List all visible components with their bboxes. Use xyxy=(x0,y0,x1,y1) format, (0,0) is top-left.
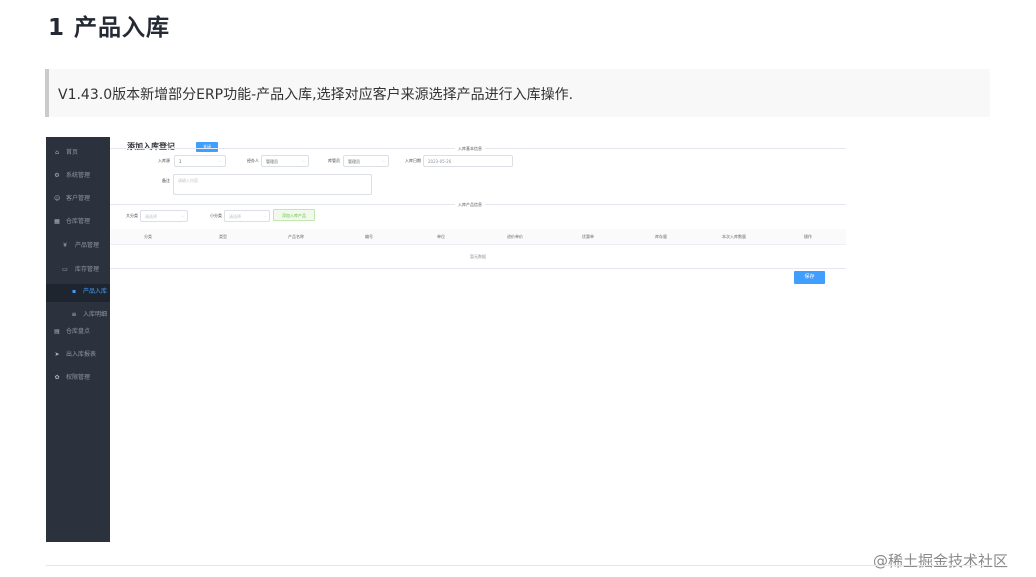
column-header: 操作 xyxy=(804,234,812,239)
flower-icon: ✿ xyxy=(54,374,60,381)
column-header: 单位 xyxy=(437,234,445,239)
sidebar-item-system[interactable]: ⚙ 系统管理 xyxy=(46,168,110,186)
date-picker[interactable]: 2023-05-26 xyxy=(423,155,513,167)
handler-label: 经办人 xyxy=(247,158,259,163)
sidebar-item-permission[interactable]: ✿ 权限管理 xyxy=(46,370,110,388)
column-header: 类型 xyxy=(219,234,227,239)
column-header: 编号 xyxy=(365,234,373,239)
send-icon: ➤ xyxy=(54,351,60,358)
table-empty-text: 暂无数据 xyxy=(470,254,486,259)
document-icon: ▪ xyxy=(71,288,77,295)
subcategory-select[interactable]: 请选择 ⌵ xyxy=(224,210,270,222)
section-title-info: 入库基本信息 xyxy=(455,146,485,152)
footer-divider xyxy=(46,565,991,566)
sidebar: ⌂ 首页 ⚙ 系统管理 ☺ 客户管理 ▦ 仓库管理 ¥ 产品管理 ▭ 库存管理 ▪ 产品入库 … xyxy=(46,137,110,542)
page-title: 添加入库登记 xyxy=(127,142,175,151)
list-icon: ≡ xyxy=(71,311,77,318)
date-label: 入库日期 xyxy=(405,158,421,163)
sidebar-item-home[interactable]: ⌂ 首页 xyxy=(46,145,110,163)
add-product-button[interactable]: 添加入库产品 xyxy=(273,209,315,221)
table-bottom-divider xyxy=(110,268,846,269)
product-table-header: 分类 类型 产品名称 编号 单位 进价单价 优惠单 库存量 本次入库数量 操作 xyxy=(110,229,846,245)
sidebar-item-customer[interactable]: ☺ 客户管理 xyxy=(46,191,110,209)
column-header: 产品名称 xyxy=(288,234,304,239)
box-icon: ▭ xyxy=(62,266,68,273)
remark-textarea[interactable]: 请输入内容 xyxy=(173,174,372,195)
keeper-select[interactable]: 管理员 ⌵ xyxy=(343,155,389,167)
chevron-down-icon: ⌵ xyxy=(301,158,305,163)
chevron-down-icon: ⌵ xyxy=(218,158,222,163)
subcategory-label: 小分类 xyxy=(210,213,222,218)
remark-label: 备注 xyxy=(162,178,170,183)
category-select[interactable]: 请选择 ⌵ xyxy=(140,210,188,222)
column-header: 优惠单 xyxy=(582,234,594,239)
handler-select[interactable]: 管理员 ⌵ xyxy=(261,155,309,167)
chevron-down-icon: ⌵ xyxy=(262,213,266,218)
sidebar-item-warehouse[interactable]: ▦ 仓库管理 xyxy=(46,214,110,232)
sidebar-item-inventory[interactable]: ▭ 库存管理 xyxy=(46,262,110,280)
note-text: V1.43.0版本新增部分ERP功能-产品入库,选择对应客户来源选择产品进行入库… xyxy=(58,87,574,103)
note-blockquote: V1.43.0版本新增部分ERP功能-产品入库,选择对应客户来源选择产品进行入库… xyxy=(45,69,990,117)
section-title-detail: 入库产品信息 xyxy=(455,202,485,208)
save-button[interactable]: 保存 xyxy=(794,271,825,284)
chevron-down-icon: ⌵ xyxy=(381,158,385,163)
main-panel: 添加入库登记 关闭 入库基本信息 入库源 1 ⌵ 经办人 管理员 ⌵ 库管员 管理员… xyxy=(110,137,846,542)
chevron-down-icon: ⌵ xyxy=(180,213,184,218)
sidebar-item-stock-in[interactable]: ▪ 产品入库 xyxy=(46,284,110,302)
close-button[interactable]: 关闭 xyxy=(196,142,218,152)
embedded-screenshot: ⌂ 首页 ⚙ 系统管理 ☺ 客户管理 ▦ 仓库管理 ¥ 产品管理 ▭ 库存管理 ▪ 产品入库 … xyxy=(46,137,846,542)
column-header: 进价单价 xyxy=(507,234,523,239)
category-label: 大分类 xyxy=(126,213,138,218)
warehouse-label: 入库源 xyxy=(158,158,170,163)
column-header: 分类 xyxy=(144,234,152,239)
keeper-label: 库管员 xyxy=(328,158,340,163)
column-header: 库存量 xyxy=(655,234,667,239)
gear-icon: ⚙ xyxy=(54,172,60,179)
watermark: @稀土掘金技术社区 xyxy=(873,552,1009,570)
column-header: 本次入库数量 xyxy=(722,234,746,239)
sidebar-item-stocktake[interactable]: ▤ 仓库盘点 xyxy=(46,324,110,342)
table-icon: ▤ xyxy=(54,328,60,335)
doc-title: 1 产品入库 xyxy=(48,15,171,41)
warehouse-select[interactable]: 1 ⌵ xyxy=(174,155,226,167)
sidebar-item-stock-detail[interactable]: ≡ 入库明细 xyxy=(46,307,110,325)
user-icon: ☺ xyxy=(54,195,61,202)
sidebar-item-product[interactable]: ¥ 产品管理 xyxy=(46,238,110,256)
cart-icon: ¥ xyxy=(63,242,67,249)
home-icon: ⌂ xyxy=(55,149,59,156)
grid-icon: ▦ xyxy=(54,218,60,225)
sidebar-item-report[interactable]: ➤ 出入库报表 xyxy=(46,347,110,365)
